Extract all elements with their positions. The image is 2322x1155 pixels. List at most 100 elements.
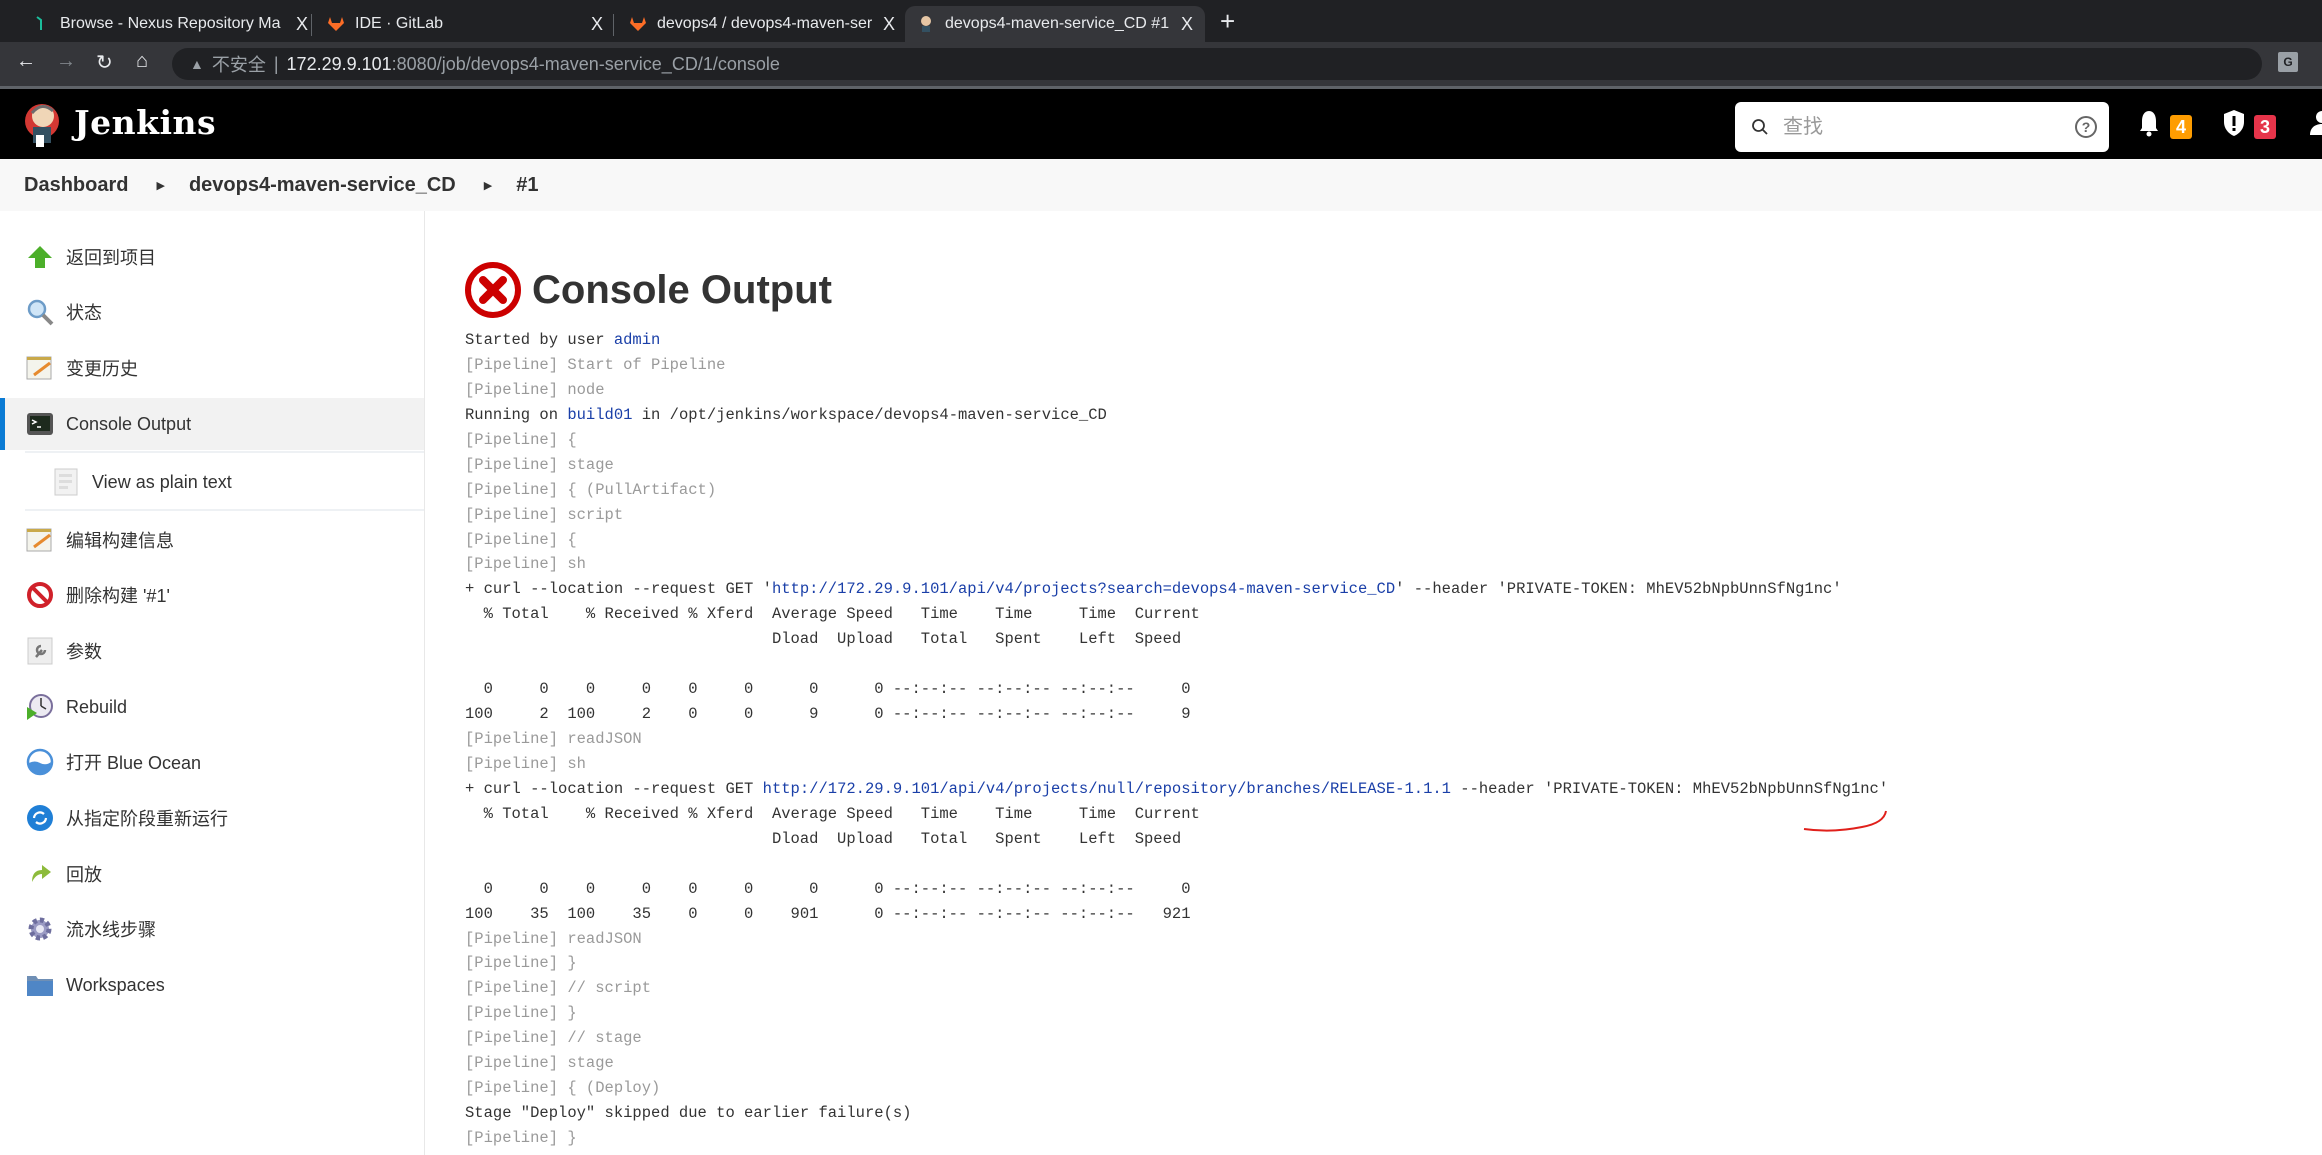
sidebar-item-console-output[interactable]: Console Output (0, 398, 424, 450)
close-tab-icon[interactable]: X (591, 14, 603, 35)
search-input[interactable] (1783, 115, 2063, 139)
tab-title: Browse - Nexus Repository Ma (60, 15, 281, 32)
breadcrumb-dashboard[interactable]: Dashboard (24, 174, 128, 197)
forward-icon[interactable]: → (56, 50, 76, 73)
sidebar-item-back-to-project[interactable]: 返回到项目 (0, 231, 424, 283)
console-link[interactable]: admin (614, 331, 661, 349)
notifications-badge[interactable]: 4 (2170, 115, 2192, 139)
console-text: + curl --location --request GET (465, 779, 763, 798)
help-icon[interactable]: ? (2075, 116, 2097, 138)
sidebar-item-changes[interactable]: 变更历史 (0, 342, 424, 394)
console-link[interactable]: http://172.29.9.101/api/v4/projects/null… (763, 780, 1451, 798)
breadcrumb-build[interactable]: #1 (516, 174, 538, 197)
nexus-icon (36, 16, 42, 30)
main-content: Console Output Started by user admin [Pip… (426, 211, 2322, 1155)
shield-alert-icon[interactable] (2222, 109, 2246, 137)
console-text: Dload Upload Total Spent Left Speed (465, 829, 1182, 848)
new-tab-button[interactable]: + (1220, 6, 1235, 37)
browser-tab-nexus[interactable]: Browse - Nexus Repository Ma X (20, 6, 320, 42)
sidebar-divider (25, 509, 424, 511)
url-host: 172.29.9.101 (286, 53, 392, 74)
sidebar-item-label: 回放 (66, 865, 102, 885)
console-line: [Pipeline] } (465, 1001, 1888, 1026)
console-text: [Pipeline] // script (465, 979, 652, 998)
console-text: [Pipeline] stage (465, 455, 614, 474)
console-link[interactable]: http://172.29.9.101/api/v4/projects?sear… (772, 580, 1395, 598)
sidebar-item-label: View as plain text (92, 471, 232, 492)
address-bar[interactable]: ▲ 不安全 | 172.29.9.101 :8080/job/devops4-m… (172, 48, 2262, 80)
console-line: Running on build01 in /opt/jenkins/works… (465, 403, 1888, 428)
console-text: Running on (465, 405, 568, 424)
replay-arrow-icon (26, 860, 54, 888)
console-text: Stage "Deploy" skipped due to earlier fa… (465, 1104, 912, 1123)
console-text: [Pipeline] { (465, 430, 577, 449)
console-line: % Total % Received % Xferd Average Speed… (465, 802, 1888, 827)
console-line: [Pipeline] readJSON (465, 927, 1888, 952)
up-arrow-icon (26, 243, 54, 271)
back-icon[interactable]: ← (16, 50, 36, 73)
console-text: [Pipeline] readJSON (465, 730, 642, 748)
console-line: [Pipeline] stage (465, 1051, 1888, 1076)
breadcrumb-chevron-icon[interactable]: ▶ (484, 179, 492, 192)
home-icon[interactable]: ⌂ (136, 50, 148, 73)
console-text: Dload Upload Total Spent Left Speed (465, 630, 1182, 649)
sidebar-item-label: 从指定阶段重新运行 (66, 809, 228, 829)
notepad-icon (26, 526, 54, 554)
sidebar-item-restart-from-stage[interactable]: 从指定阶段重新运行 (0, 792, 424, 844)
restart-icon (26, 804, 54, 832)
console-line: [Pipeline] // script (465, 976, 1888, 1001)
breadcrumb-job[interactable]: devops4-maven-service_CD (189, 174, 456, 197)
jenkins-brand[interactable]: Jenkins (74, 103, 216, 142)
console-text: % Total % Received % Xferd Average Speed… (465, 804, 1200, 823)
browser-tab-gitlab-repo[interactable]: devops4 / devops4-maven-ser X (617, 6, 907, 42)
sidebar-item-replay[interactable]: 回放 (0, 848, 424, 900)
reload-icon[interactable]: ↻ (96, 50, 113, 75)
jenkins-logo-icon[interactable] (22, 99, 62, 149)
sidebar-item-label: 打开 Blue Ocean (66, 753, 202, 773)
sidebar-item-edit-build-info[interactable]: 编辑构建信息 (0, 514, 424, 566)
build-failed-icon (465, 262, 521, 318)
browser-toolbar: ← → ↻ ⌂ ▲ 不安全 | 172.29.9.101 :8080/job/d… (0, 42, 2322, 86)
console-line: [Pipeline] { (PullArtifact) (465, 478, 1888, 503)
console-link[interactable]: build01 (567, 406, 632, 424)
magnifier-icon (26, 298, 54, 326)
bell-icon[interactable] (2138, 109, 2160, 137)
blue-ocean-icon (26, 748, 54, 776)
breadcrumb-chevron-icon[interactable]: ▶ (156, 179, 164, 192)
browser-tab-gitlab-ide[interactable]: IDE · GitLab X (315, 6, 615, 42)
close-tab-icon[interactable]: X (1181, 14, 1193, 35)
sidebar-item-rebuild[interactable]: Rebuild (0, 681, 424, 733)
notepad-icon (26, 354, 54, 382)
search-box[interactable]: ? (1735, 102, 2109, 152)
console-text: [Pipeline] // stage (465, 1029, 642, 1048)
browser-tab-jenkins[interactable]: devops4-maven-service_CD #1 X (905, 6, 1205, 42)
console-text: [Pipeline] sh (465, 555, 586, 574)
console-line: + curl --location --request GET 'http://… (465, 577, 1888, 602)
console-text: [Pipeline] stage (465, 1054, 614, 1073)
sidebar-item-label: Workspaces (66, 974, 165, 995)
close-tab-icon[interactable]: X (296, 14, 308, 35)
sidebar-item-parameters[interactable]: 参数 (0, 625, 424, 677)
close-tab-icon[interactable]: X (883, 14, 895, 35)
sidebar-item-workspaces[interactable]: Workspaces (0, 959, 424, 1011)
console-text: % Total % Received % Xferd Average Speed… (465, 605, 1200, 624)
sidebar-item-blue-ocean[interactable]: 打开 Blue Ocean (0, 736, 424, 788)
console-text: --header 'PRIVATE-TOKEN: MhEV52bNpbUnnSf… (1450, 779, 1889, 798)
sidebar-item-view-plain-text[interactable]: View as plain text (0, 456, 424, 508)
console-text: + curl --location --request GET ' (465, 580, 772, 599)
sidebar-item-pipeline-steps[interactable]: 流水线步骤 (0, 903, 424, 955)
user-icon[interactable] (2308, 109, 2322, 137)
security-badge[interactable]: 3 (2254, 115, 2276, 139)
sidebar-item-delete-build[interactable]: 删除构建 '#1' (0, 569, 424, 621)
folder-icon (26, 971, 54, 999)
console-text: ' --header 'PRIVATE-TOKEN: MhEV52bNpbUnn… (1395, 580, 1842, 599)
console-text: [Pipeline] sh (465, 754, 586, 773)
translate-icon[interactable]: G (2278, 52, 2298, 72)
sidebar-item-label: 返回到项目 (66, 248, 156, 268)
console-line: [Pipeline] { (465, 528, 1888, 553)
sidebar-item-status[interactable]: 状态 (0, 286, 424, 338)
console-line: [Pipeline] stage (465, 453, 1888, 478)
sidebar-item-label: Console Output (66, 413, 192, 434)
console-line: [Pipeline] Start of Pipeline (465, 353, 1888, 378)
url-path: :8080/job/devops4-maven-service_CD/1/con… (391, 53, 780, 74)
